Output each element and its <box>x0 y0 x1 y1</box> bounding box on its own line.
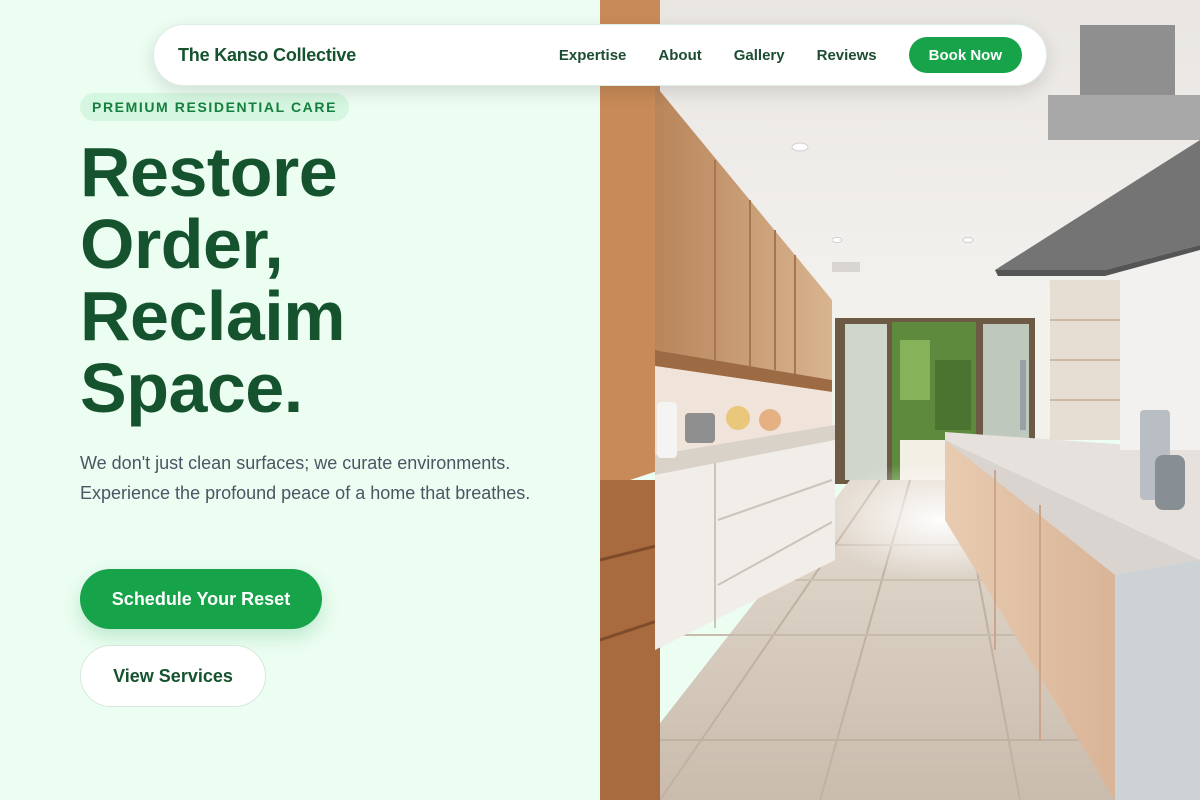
nav-link-reviews[interactable]: Reviews <box>817 47 877 64</box>
brand-logo-text[interactable]: The Kanso Collective <box>178 45 356 66</box>
book-now-button[interactable]: Book Now <box>908 37 1022 73</box>
hero-kitchen-image <box>600 0 1200 800</box>
schedule-reset-button[interactable]: Schedule Your Reset <box>80 569 322 629</box>
view-services-button[interactable]: View Services <box>80 645 266 707</box>
headline-line-3: Reclaim <box>80 277 345 355</box>
hero-headline: Restore Order, Reclaim Space. <box>80 136 560 424</box>
nav-link-gallery[interactable]: Gallery <box>734 47 785 64</box>
nav-link-expertise[interactable]: Expertise <box>559 47 627 64</box>
nav-links: Expertise About Gallery Reviews Book Now <box>559 37 1022 73</box>
headline-line-1: Restore <box>80 133 338 211</box>
nav-link-about[interactable]: About <box>658 47 701 64</box>
top-navbar: The Kanso Collective Expertise About Gal… <box>153 24 1047 86</box>
tagline-badge: PREMIUM RESIDENTIAL CARE <box>80 93 350 121</box>
headline-line-4: Space. <box>80 349 303 427</box>
hero-subtext: We don't just clean surfaces; we curate … <box>80 453 531 503</box>
headline-line-2: Order, <box>80 205 284 283</box>
